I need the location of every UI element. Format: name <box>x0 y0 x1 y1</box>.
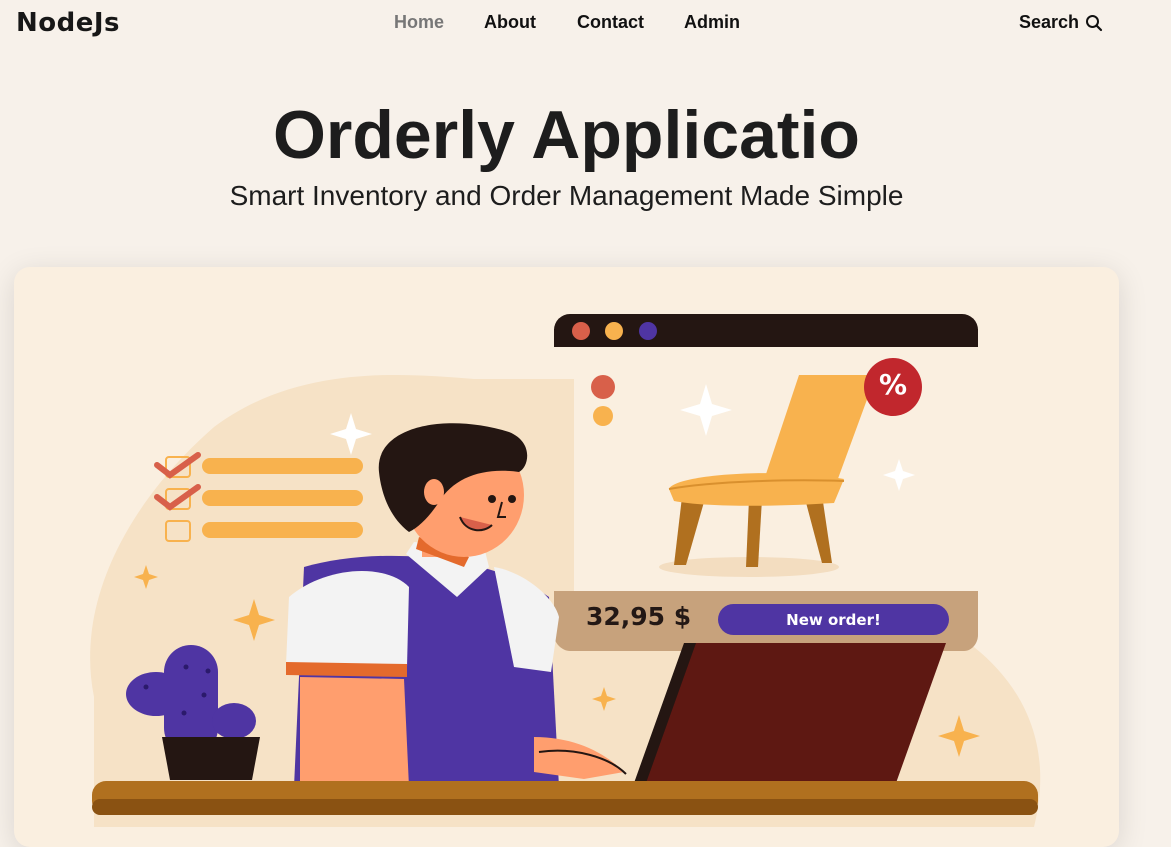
chair-seat <box>669 473 844 506</box>
nav-about-link[interactable]: About <box>484 12 536 33</box>
chair-leg <box>746 499 762 567</box>
sparkle-icon <box>883 459 915 491</box>
price-label: 32,95 $ <box>586 602 692 631</box>
hero-illustration: % 32,95 $ New order! <box>14 267 1119 847</box>
sparkle-icon <box>680 384 732 436</box>
window-dot-red <box>572 322 590 340</box>
nav-home-link[interactable]: Home <box>394 12 444 33</box>
hero-subtitle: Smart Inventory and Order Management Mad… <box>229 180 904 211</box>
new-order-button: New order! <box>718 604 949 635</box>
illustration-artwork <box>90 314 1041 827</box>
discount-badge-label: % <box>878 368 908 401</box>
brand-logo[interactable]: NodeJs <box>16 8 120 38</box>
search-label: Search <box>1019 12 1080 32</box>
window-dot-purple <box>639 322 657 340</box>
person-arm <box>300 677 409 787</box>
top-navigation-bar: NodeJs Home About Contact Admin Search <box>0 0 1171 44</box>
hero-title: Orderly Applicatio <box>273 97 860 173</box>
window-dot-yellow <box>605 322 623 340</box>
chair-leg <box>674 497 704 565</box>
nav-admin-link[interactable]: Admin <box>684 12 740 33</box>
search-button[interactable]: Search <box>1019 12 1103 33</box>
search-icon <box>1086 14 1103 31</box>
chair-leg <box>804 495 832 563</box>
nav-contact-link[interactable]: Contact <box>577 12 644 33</box>
